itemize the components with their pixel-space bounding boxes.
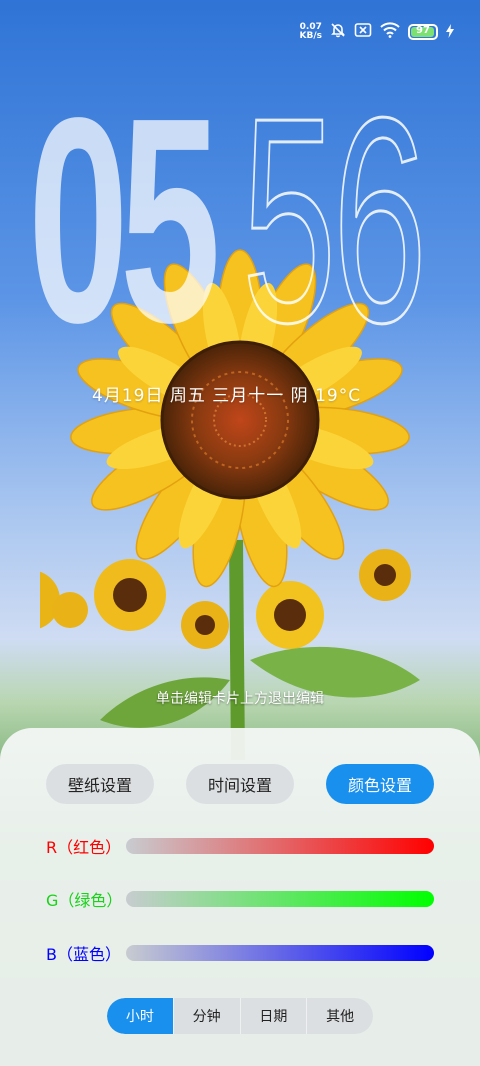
- network-speed: 0.07 KB/s: [300, 23, 322, 41]
- clock-minutes: 56: [241, 57, 428, 383]
- date-weather-line: 4月19日 周五 三月十一 阴 19°C: [92, 386, 362, 406]
- clock-hours: 05: [28, 57, 221, 383]
- target-segmented-control: 小时 分钟 日期 其他: [107, 998, 373, 1034]
- red-slider-row: R（红色）: [46, 831, 434, 861]
- battery-level: 97: [416, 25, 430, 36]
- segment-other[interactable]: 其他: [307, 998, 373, 1034]
- network-speed-unit: KB/s: [299, 31, 322, 41]
- no-sim-icon: [354, 22, 372, 42]
- bell-muted-icon: [330, 22, 346, 42]
- segment-date[interactable]: 日期: [241, 998, 308, 1034]
- battery-icon: 97: [408, 24, 438, 40]
- green-slider-label: G（绿色）: [46, 891, 123, 910]
- status-icons: 0.07 KB/s 97: [300, 22, 454, 42]
- charging-icon: [446, 23, 454, 42]
- green-slider[interactable]: [126, 891, 434, 907]
- settings-tab-row: 壁纸设置 时间设置 颜色设置: [46, 764, 434, 804]
- segment-hours[interactable]: 小时: [107, 998, 174, 1034]
- exit-edit-hint[interactable]: 单击编辑卡片上方退出编辑: [0, 688, 480, 708]
- wallpaper-settings-button[interactable]: 壁纸设置: [46, 764, 154, 804]
- time-settings-button[interactable]: 时间设置: [186, 764, 294, 804]
- green-slider-row: G（绿色）: [46, 884, 434, 914]
- segment-minutes[interactable]: 分钟: [174, 998, 241, 1034]
- blue-slider[interactable]: [126, 945, 434, 961]
- blue-slider-label: B（蓝色）: [46, 945, 121, 964]
- red-slider[interactable]: [126, 838, 434, 854]
- wifi-icon: [380, 22, 400, 42]
- blue-slider-row: B（蓝色）: [46, 938, 434, 968]
- color-settings-button[interactable]: 颜色设置: [326, 764, 434, 804]
- edit-panel: 壁纸设置 时间设置 颜色设置 R（红色） G（绿色） B（蓝色） 小时 分钟 日…: [0, 728, 480, 1066]
- lockscreen-clock[interactable]: 05 56: [0, 57, 480, 383]
- red-slider-label: R（红色）: [46, 838, 122, 857]
